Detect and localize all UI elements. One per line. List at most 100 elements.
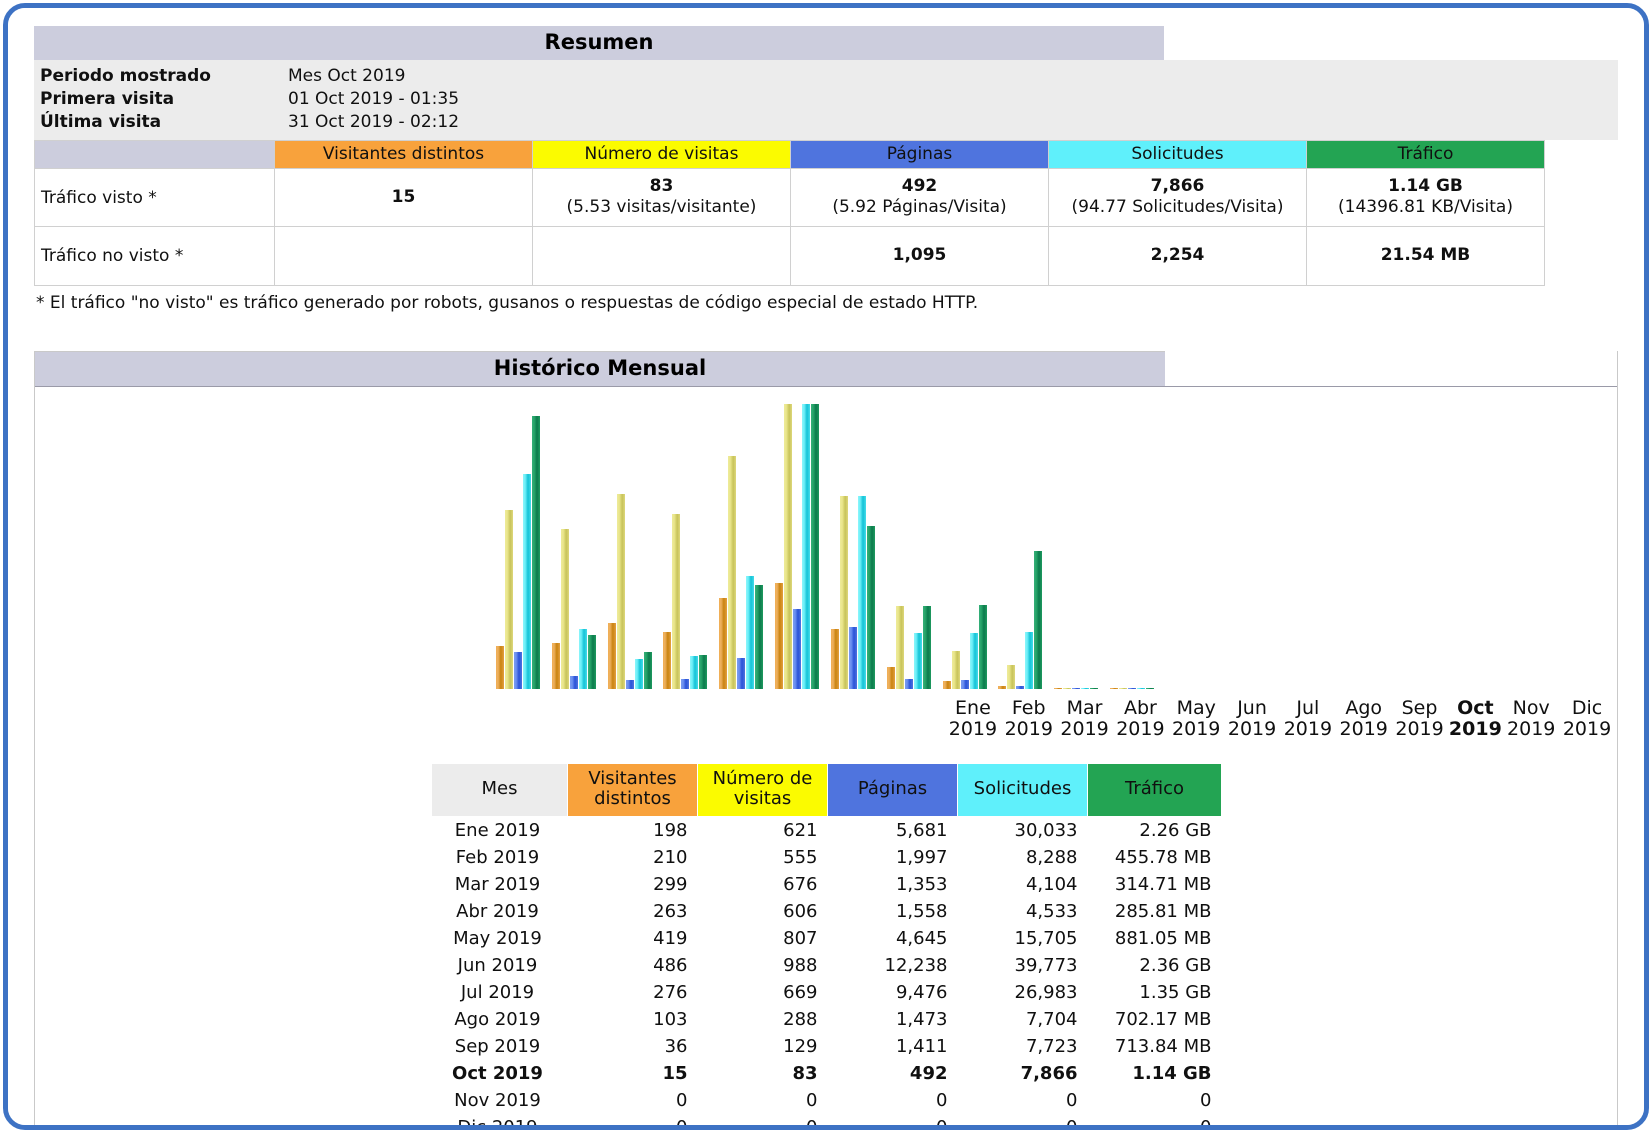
chart-bar <box>1054 687 1063 689</box>
chart-bar <box>793 608 802 689</box>
chart-bar <box>625 679 634 689</box>
chart-bar <box>978 604 987 689</box>
chart-bar <box>672 514 681 689</box>
visitantes-cell: 263 <box>653 901 688 923</box>
chart-bar <box>634 659 643 689</box>
browser-window: Resumen Periodo mostrado Mes Oct 2019 Pr… <box>3 3 1649 1130</box>
chart-x-label: Jun 2019 <box>1224 697 1280 741</box>
chart-x-label: May 2019 <box>1168 697 1224 741</box>
chart-x-label-year: 2019 <box>1004 718 1053 741</box>
summary-col-paginas: Páginas <box>790 139 1049 169</box>
paginas-cell: 5,681 <box>895 820 948 842</box>
trafico-cell: 0 <box>1200 1090 1212 1112</box>
month-cell: Jul 2019 <box>460 982 535 1004</box>
historic-title: Histórico Mensual <box>35 350 1165 386</box>
chart-bar <box>942 681 951 689</box>
table-row: Jun 2019 486 988 12,238 39,773 2.36 GB <box>432 952 1222 979</box>
summary-cell-no-visto-visitantes <box>274 226 533 286</box>
chart-x-label-month: Jul <box>1296 697 1320 720</box>
table-row: Feb 2019 210 555 1,997 8,288 455.78 MB <box>432 844 1222 871</box>
chart-x-label-month: Ago <box>1345 697 1383 720</box>
paginas-cell: 12,238 <box>884 955 948 977</box>
paginas-cell: 4,645 <box>895 928 948 950</box>
table-row: Dic 201900000 <box>432 1114 1222 1125</box>
visitas-cell: 555 <box>783 847 818 869</box>
summary-cell-no-visto-trafico: 21.54 MB <box>1306 226 1545 286</box>
chart-x-label-year: 2019 <box>1562 718 1612 741</box>
chart-bar <box>719 597 728 689</box>
chart-bar <box>1110 687 1119 689</box>
chart-bar <box>1034 551 1043 689</box>
chart-inner: Ene 2019 Feb 2019 Mar 2019 Abr 2019 May 2019 Jun 20… <box>490 387 1611 740</box>
chart-bar <box>886 666 895 689</box>
chart-bar <box>830 628 839 689</box>
monthly-history-table: Mes Visitantes distintos Número de visit… <box>431 762 1222 1125</box>
summary-row-trafico-visto: Tráfico visto * 15 83 (5.53 visitas/visi… <box>34 167 1545 228</box>
chart-bar <box>960 679 969 689</box>
chart-x-axis-labels: Ene 2019 Feb 2019 Mar 2019 Abr 2019 May 2019 Jun 20… <box>945 697 1615 741</box>
solicitudes-cell: 30,033 <box>1014 820 1078 842</box>
chart-x-label-year: 2019 <box>1395 718 1444 741</box>
historic-title-bar: Histórico Mensual <box>35 350 1617 387</box>
chart-bar <box>839 495 848 689</box>
trafico-cell: 2.26 GB <box>1139 820 1212 842</box>
meta-row-periodo: Periodo mostrado Mes Oct 2019 <box>40 65 459 88</box>
chart-month-group <box>769 403 825 689</box>
meta-value-ultima-visita: 31 Oct 2019 - 02:12 <box>288 111 460 132</box>
visitantes-cell: 103 <box>653 1009 688 1031</box>
trafico-cell: 2.36 GB <box>1139 955 1212 977</box>
value-main: 1,095 <box>892 245 947 266</box>
chart-bar <box>690 656 699 689</box>
chart-plot-area <box>490 403 1160 689</box>
historic-section: Histórico Mensual Ene 2019 Feb 2019 Mar 2019 A… <box>34 350 1618 1125</box>
summary-table: Visitantes distintos Número de visitas P… <box>34 139 1545 286</box>
chart-x-label-year: 2019 <box>1060 718 1109 741</box>
chart-bar <box>904 679 913 689</box>
visitas-cell: 0 <box>698 1114 828 1125</box>
summary-cell-visto-paginas: 492 (5.92 Páginas/Visita) <box>790 167 1049 228</box>
chart-x-label: Sep 2019 <box>1392 697 1448 741</box>
solicitudes-cell: 4,104 <box>1025 874 1078 896</box>
paginas-cell: 0 <box>828 1114 958 1125</box>
table-row: Ago 2019 103 288 1,473 7,704 702.17 MB <box>432 1006 1222 1033</box>
trafico-cell: 702.17 MB <box>1114 1009 1212 1031</box>
history-col-mes: Mes <box>431 762 568 818</box>
chart-x-label-month: Nov <box>1512 697 1550 720</box>
chart-x-label-year: 2019 <box>1448 718 1502 741</box>
chart-month-group <box>1048 404 1104 689</box>
paginas-cell: 1,353 <box>895 874 948 896</box>
chart-bar <box>857 495 866 689</box>
paginas-cell: 1,558 <box>895 901 948 923</box>
chart-month-group <box>992 404 1048 689</box>
summary-row-label-visto: Tráfico visto * <box>34 167 275 228</box>
visitantes-cell: 486 <box>653 955 688 977</box>
meta-row-ultima-visita: Última visita 31 Oct 2019 - 02:12 <box>40 111 459 134</box>
chart-x-label: Ene 2019 <box>945 697 1001 741</box>
month-cell: Mar 2019 <box>454 874 541 896</box>
visitantes-cell: 419 <box>653 928 688 950</box>
month-cell: Sep 2019 <box>454 1036 541 1058</box>
chart-x-label: Ago 2019 <box>1336 697 1392 741</box>
table-row: Mar 2019 299 676 1,353 4,104 314.71 MB <box>432 871 1222 898</box>
paginas-cell: 9,476 <box>895 982 948 1004</box>
chart-x-label-month: May <box>1176 697 1216 720</box>
visitantes-cell: 210 <box>653 847 688 869</box>
visitas-cell: 606 <box>783 901 818 923</box>
chart-bar <box>1016 685 1025 689</box>
table-row: Ene 2019 198 621 5,681 30,033 2.26 GB <box>432 817 1222 845</box>
chart-bar <box>1025 632 1034 689</box>
solicitudes-cell: 7,704 <box>1025 1009 1078 1031</box>
visitas-cell: 288 <box>783 1009 818 1031</box>
visitas-cell: 676 <box>783 874 818 896</box>
value-main: 492 <box>901 175 938 196</box>
month-cell: Feb 2019 <box>455 847 540 869</box>
history-col-solicitudes: Solicitudes <box>957 762 1088 818</box>
chart-bar <box>1128 687 1137 689</box>
chart-bar <box>699 655 708 689</box>
history-col-visitantes: Visitantes distintos <box>567 762 698 818</box>
chart-x-label: Mar 2019 <box>1057 697 1113 741</box>
meta-label-primera-visita: Primera visita <box>40 89 175 110</box>
chart-bar <box>737 658 746 689</box>
chart-bar <box>1081 687 1090 689</box>
chart-bar <box>522 473 531 689</box>
